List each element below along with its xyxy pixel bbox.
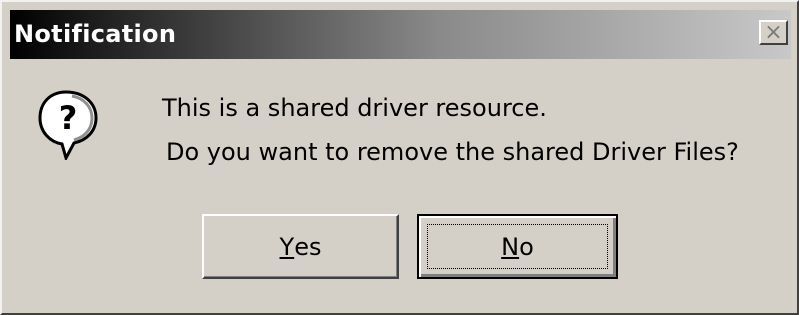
close-button[interactable]: × <box>759 20 788 45</box>
no-label-rest: o <box>519 232 534 261</box>
yes-label-rest: es <box>294 232 322 261</box>
svg-text:?: ? <box>59 99 78 137</box>
no-button[interactable]: No <box>417 214 618 279</box>
message-line-1: This is a shared driver resource. <box>162 94 547 122</box>
yes-button[interactable]: Yes <box>202 214 399 279</box>
window-title: Notification <box>14 20 177 48</box>
message-line-2: Do you want to remove the shared Driver … <box>166 138 739 166</box>
notification-dialog: Notification × ? This is a shared driver… <box>0 0 799 315</box>
yes-mnemonic: Y <box>279 232 295 261</box>
title-bar[interactable]: Notification × <box>10 10 791 59</box>
close-icon: × <box>764 19 783 45</box>
question-icon: ? <box>38 90 98 160</box>
no-mnemonic: N <box>501 232 520 261</box>
